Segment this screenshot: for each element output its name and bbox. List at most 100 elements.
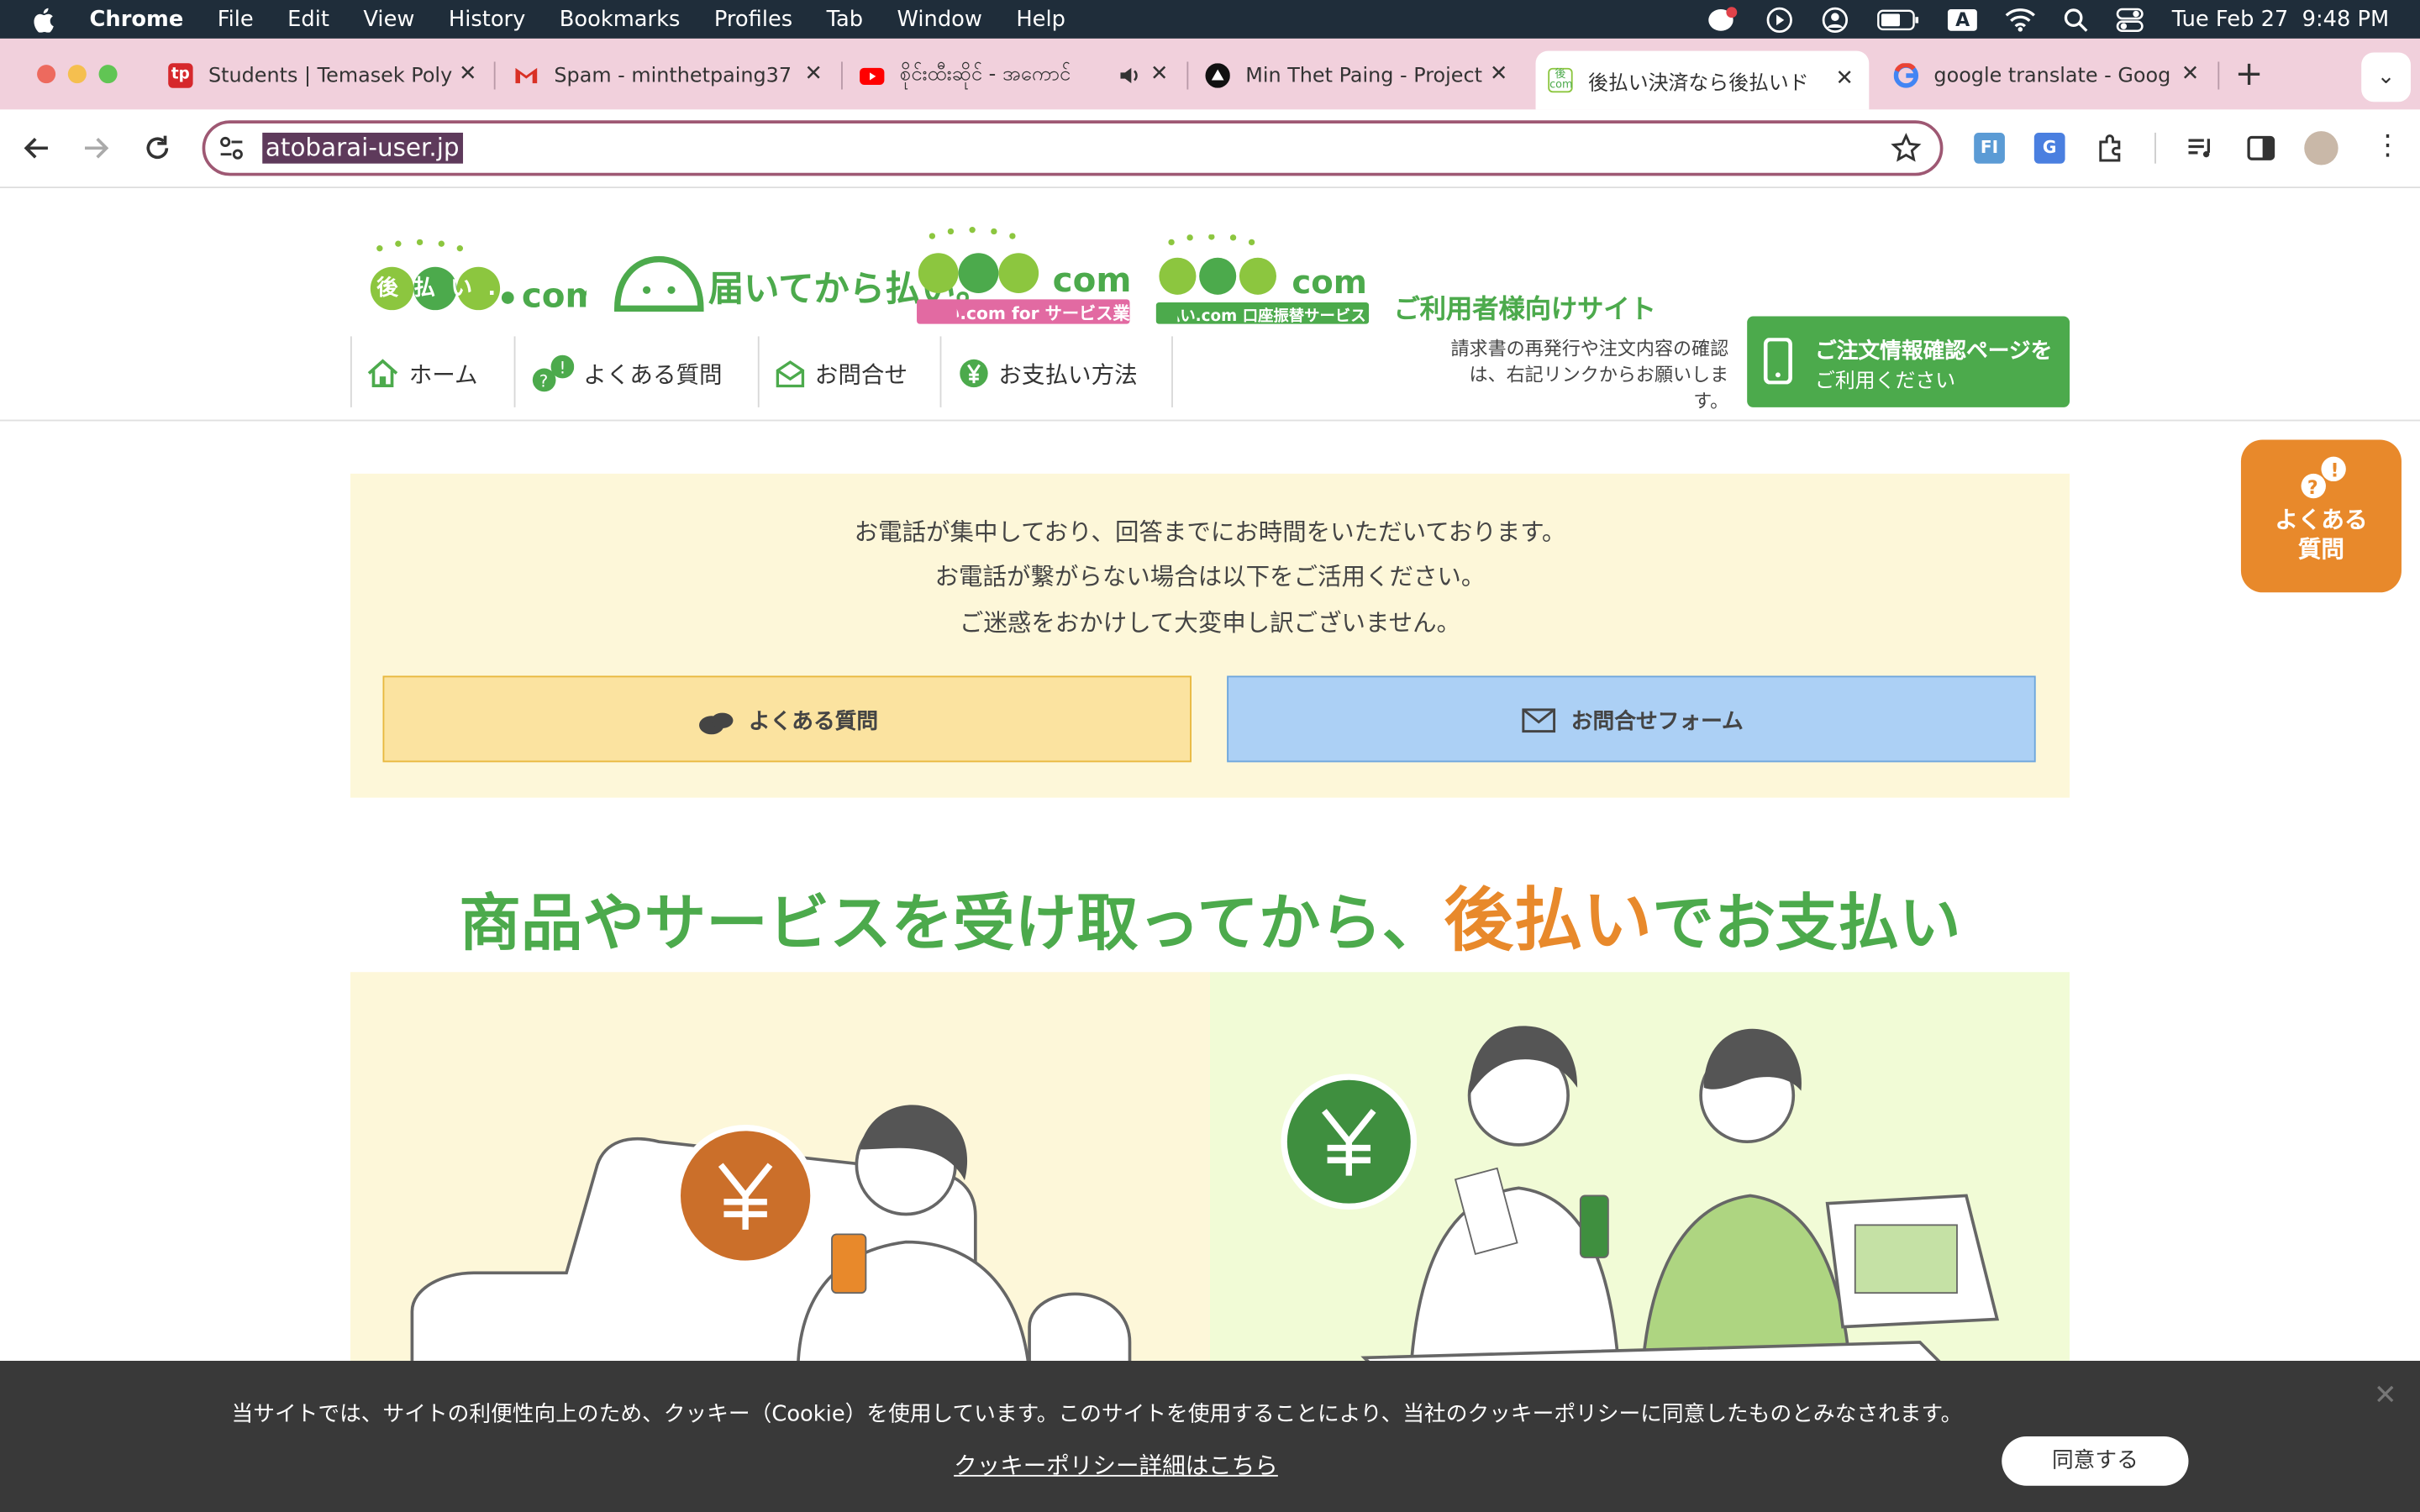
youtube-favicon-icon [860,67,885,86]
reload-icon[interactable] [142,133,173,164]
faq-bubbles-icon: ?! [532,354,575,392]
input-source-indicator[interactable]: A [1947,8,1978,30]
menu-file[interactable]: File [218,7,254,31]
tab-title: Spam - minthetpaing37 [554,64,792,87]
notice-faq-button[interactable]: よくある質問 [382,675,1192,763]
floating-faq-button[interactable]: ?! よくある 質問 [2240,439,2402,593]
menu-bar: Chrome File Edit View History Bookmarks … [0,0,2420,39]
todoitekara-harai-logo[interactable]: 届いてから払い。 [613,247,992,315]
profile-avatar[interactable] [2304,131,2338,165]
toolbar-divider [2154,132,2156,164]
menu-help[interactable]: Help [1016,7,1065,31]
nav-faq-label: よくある質問 [583,360,723,388]
cookie-close-icon[interactable]: ✕ [2374,1379,2397,1412]
atobarai-com-logo[interactable]: com 後払い.com [367,239,601,316]
floating-faq-line: よくある [2275,506,2368,534]
svg-text:!: ! [2330,461,2338,482]
tp-favicon-icon: tp [168,63,193,88]
site-settings-icon[interactable] [216,133,247,164]
menu-app-name[interactable]: Chrome [90,7,184,31]
menu-view[interactable]: View [363,7,414,31]
notice-line: お電話が繋がらない場合は以下をご活用ください。 [934,563,1486,591]
nav-payment[interactable]: お支払い方法 [959,344,1138,403]
nav-faq[interactable]: ?! よくある質問 [531,344,723,403]
notice-line: ご迷惑をおかけして大変申し訳ございません。 [959,609,1461,638]
spotlight-search-icon[interactable] [2064,7,2088,31]
tab-separator [493,61,496,90]
svg-text:com: com [1292,264,1367,302]
tab-title: Min Thet Paing - Project [1245,64,1482,87]
header-divider [0,419,2420,422]
tab-close-icon[interactable]: ✕ [804,61,823,86]
tab-atobarai-active[interactable]: 後 com 後払い決済なら後払いド ✕ [1535,50,1870,110]
svg-text:!: ! [559,358,566,377]
new-tab-plus-icon[interactable]: + [2235,55,2264,94]
order-info-button[interactable]: ご注文情報確認ページを ご利用ください [1747,316,2070,407]
messenger-icon[interactable] [1707,5,1738,33]
tab-close-icon[interactable]: ✕ [459,61,477,86]
tab-title: 後払い決済なら後払いド [1588,71,1809,95]
sofa-person-illustration [410,1105,1132,1373]
forward-arrow-icon[interactable] [81,133,112,164]
battery-icon [1877,8,1919,30]
atobarai-bank-transfer-logo[interactable]: com 後払い.com 口座振替サービス [1155,234,1370,326]
extensions-puzzle-icon[interactable] [2096,133,2127,164]
cookie-text: 当サイトでは、サイトの利便性向上のため、クッキー（Cookie）を使用しています… [231,1402,1963,1427]
menu-history[interactable]: History [449,7,525,31]
wifi-icon[interactable] [2005,7,2036,31]
google-translate-extension-icon[interactable]: G [2033,132,2065,164]
media-controls-icon[interactable] [2186,133,2217,164]
menu-profiles[interactable]: Profiles [714,7,792,31]
notice-contact-button[interactable]: お問合せフォーム [1227,675,2036,763]
tab-close-icon[interactable]: ✕ [1490,61,1508,86]
window-close-button[interactable] [37,65,56,84]
side-panel-icon[interactable] [2245,133,2276,164]
tab-gmail[interactable]: Spam - minthetpaing37 ✕ [514,52,823,98]
nav-separator [757,336,760,407]
logo-text: 後払い.com 口座振替サービス [1177,308,1366,326]
nav-contact-label: お問合せ [814,360,908,388]
menu-window[interactable]: Window [897,7,982,31]
svg-text:com: com [1053,260,1130,300]
tab-google[interactable]: google translate - Goog ✕ [1893,52,2200,98]
url-text[interactable]: atobarai-user.jp [262,132,463,164]
menubar-clock[interactable]: Tue Feb 27 9:48 PM [2172,7,2389,31]
store-counter-illustration [1281,1026,2000,1373]
cookie-policy-link[interactable]: クッキーポリシー詳細はこちら [954,1449,1278,1482]
hero-right-panel [1210,972,2070,1373]
account-icon[interactable] [1821,5,1849,33]
cookie-banner: 当サイトでは、サイトの利便性向上のため、クッキー（Cookie）を使用しています… [0,1361,2420,1512]
extension-fi-icon[interactable]: FI [1974,132,2005,164]
control-center-icon[interactable] [2117,7,2144,32]
tab-close-icon[interactable]: ✕ [1150,61,1169,86]
window-zoom-button[interactable] [98,65,118,84]
home-icon [367,359,398,388]
order-button-sublabel: ご利用ください [1815,370,1956,394]
more-menu-icon[interactable]: ⋮ [2374,129,2402,162]
help-note: 請求書の再発行や注文内容の確認 は、右記リンクからお願いします。 [1435,336,1729,415]
menu-bookmarks[interactable]: Bookmarks [560,7,681,31]
cookie-agree-button[interactable]: 同意する [2002,1436,2189,1486]
address-bar[interactable] [202,120,1944,176]
menu-tab[interactable]: Tab [827,7,864,31]
nav-home[interactable]: ホーム [366,344,478,403]
apple-icon[interactable] [34,7,55,32]
back-arrow-icon[interactable] [22,133,53,164]
audio-playing-icon[interactable] [1118,63,1142,87]
tab-youtube[interactable]: စိုင်းထီးဆိုင် - အကောင် ✕ [860,52,1168,98]
nav-contact[interactable]: お問合せ [775,344,908,403]
play-icon[interactable] [1765,5,1793,33]
window-minimize-button[interactable] [67,65,87,84]
tab-close-icon[interactable]: ✕ [1835,66,1854,91]
bookmark-star-icon[interactable] [1891,133,1922,164]
tab-search-chevron-down-icon[interactable]: ⌄ [2361,52,2411,102]
logo-text: 後払い.com [376,276,503,302]
tab-title: Students | Temasek Poly [208,64,453,87]
atobarai-favicon-icon: 後 com [1548,67,1573,93]
atobarai-service-logo[interactable]: com 後払い.com for サービス業 [917,227,1131,324]
notice-contact-label: お問合せフォーム [1570,709,1744,735]
menu-edit[interactable]: Edit [287,7,329,31]
tab-close-icon[interactable]: ✕ [2181,61,2200,86]
tab-temasek[interactable]: tp Students | Temasek Poly ✕ [168,52,477,98]
tab-project[interactable]: Min Thet Paing - Project ✕ [1205,52,1507,98]
